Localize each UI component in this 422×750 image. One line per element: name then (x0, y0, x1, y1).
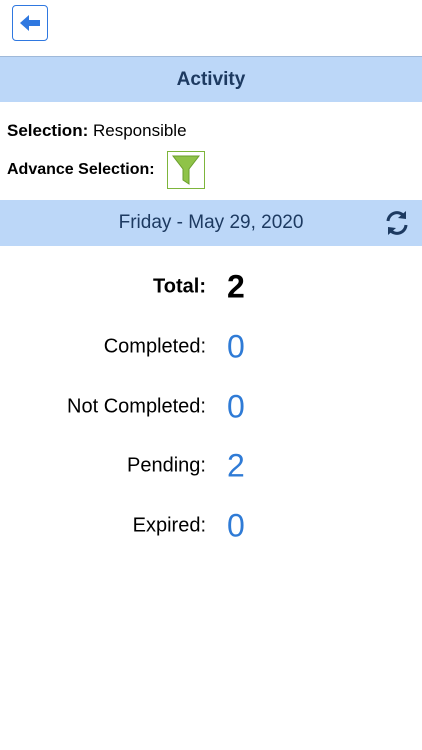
title-bar: Activity (0, 56, 422, 102)
stat-label: Total: (153, 275, 206, 298)
advance-selection-label: Advance Selection: (7, 161, 155, 178)
stat-value[interactable]: 0 (227, 389, 245, 426)
selection-label: Selection: (7, 121, 89, 140)
stat-value: 2 (227, 268, 245, 305)
refresh-icon (386, 211, 408, 235)
stat-label: Expired: (132, 514, 206, 537)
date-label: Friday - May 29, 2020 (118, 212, 304, 233)
filter-button[interactable] (166, 151, 205, 189)
stat-pending[interactable]: Pending: 2 (0, 446, 422, 486)
stat-label: Not Completed: (67, 395, 206, 418)
filter-icon (171, 155, 200, 185)
refresh-button[interactable] (380, 206, 414, 240)
stat-expired[interactable]: Expired: 0 (0, 506, 422, 546)
stat-total: Total: 2 (0, 267, 422, 307)
top-bar (0, 0, 422, 56)
date-bar: Friday - May 29, 2020 (0, 200, 422, 246)
arrow-left-icon (20, 15, 40, 31)
stat-completed[interactable]: Completed: 0 (0, 327, 422, 367)
stat-value[interactable]: 2 (227, 448, 245, 485)
selection-row: Selection: Responsible (7, 121, 187, 141)
stat-label: Pending: (127, 454, 206, 477)
stat-value[interactable]: 0 (227, 508, 245, 545)
selection-value: Responsible (92, 121, 187, 140)
page-title: Activity (176, 68, 246, 90)
stat-label: Completed: (103, 335, 206, 358)
stat-not-completed[interactable]: Not Completed: 0 (0, 387, 422, 427)
advance-selection-row: Advance Selection: (7, 150, 205, 190)
back-button[interactable] (12, 5, 48, 41)
stat-value[interactable]: 0 (227, 329, 245, 366)
